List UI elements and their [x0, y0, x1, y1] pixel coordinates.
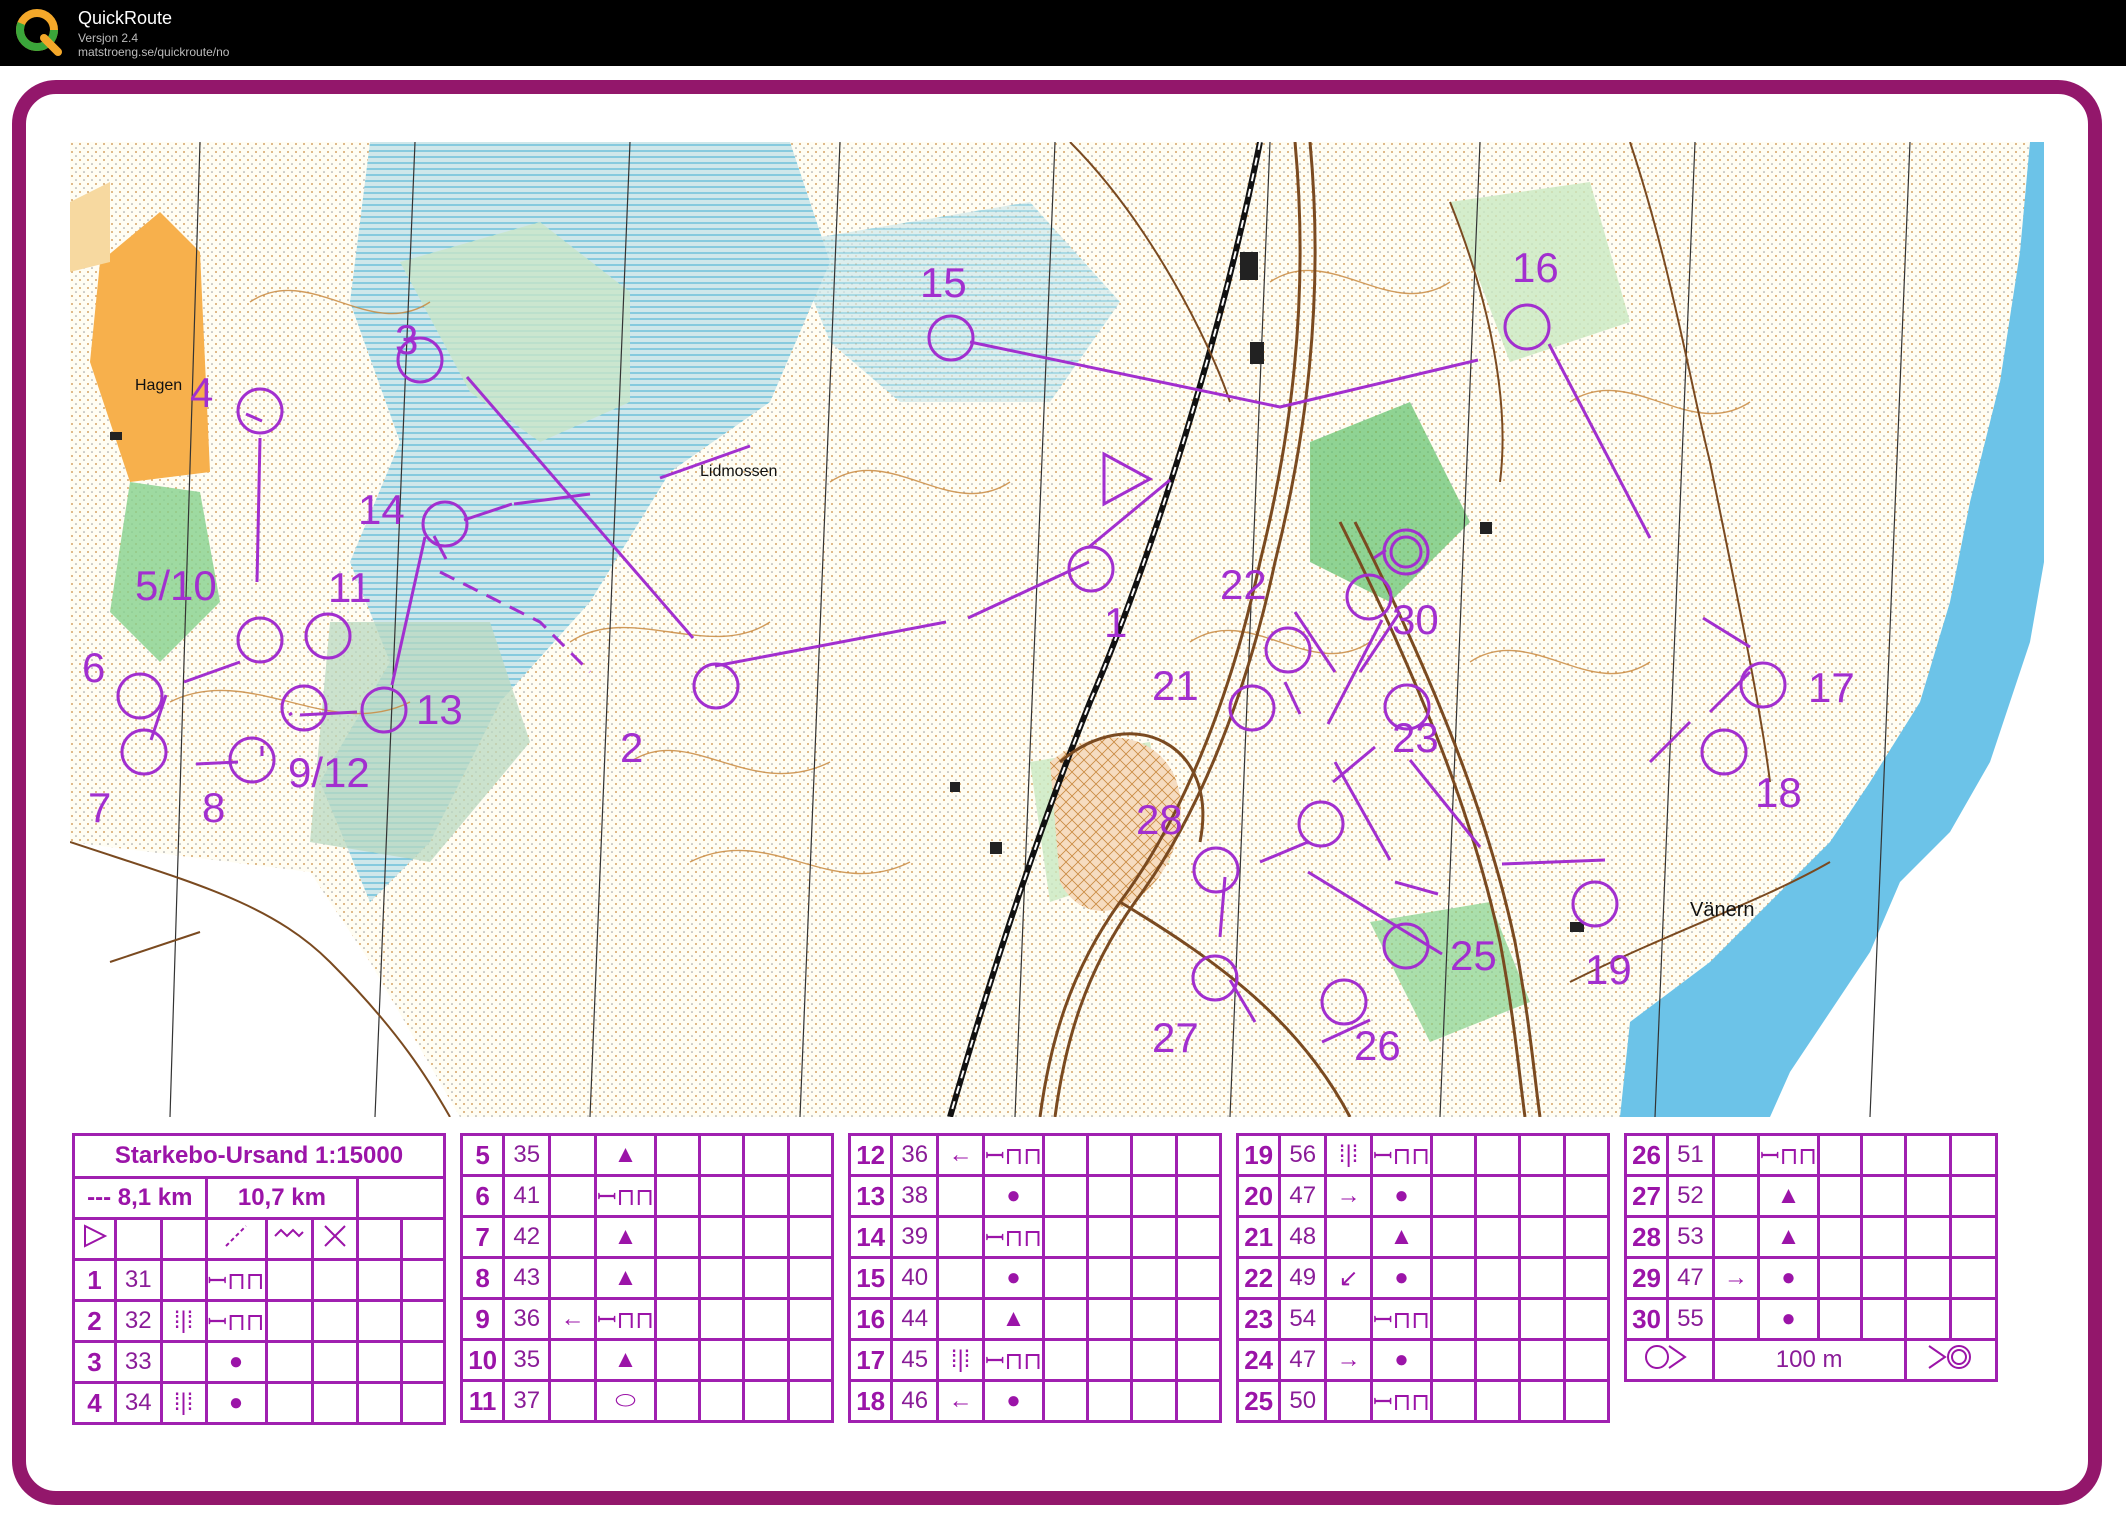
- crossing-x-icon: [310, 1217, 360, 1261]
- control-label-21: 21: [1152, 662, 1199, 709]
- app-url[interactable]: matstroeng.se/quickroute/no: [78, 45, 229, 59]
- distance-short: --- 8,1 km: [72, 1176, 208, 1220]
- place-hagen: Hagen: [135, 377, 182, 394]
- control-description-block-1: Starkebo-Ursand 1:15000 --- 8,1 km 10,7 …: [72, 1133, 447, 1425]
- control-label-15: 15: [920, 259, 967, 306]
- distance-long: 10,7 km: [204, 1176, 360, 1220]
- cd-finish-row: 100 m: [1624, 1338, 1999, 1382]
- place-lidmossen: Lidmossen: [700, 463, 777, 480]
- cd-row: 7 42 ▲: [459, 1215, 835, 1259]
- cd-row: 24 47 → ●: [1235, 1338, 1611, 1382]
- control-description-block-5: 26 51 ꟷ⊓⊓ 27 52 ▲ 28 53 ▲ 29 47 → ● 30 55 ● 100 m: [1623, 1133, 1999, 1382]
- wall-crossing-icon: [264, 1217, 314, 1261]
- control-label-22: 22: [1220, 561, 1267, 608]
- title-bar: QuickRoute Versjon 2.4 matstroeng.se/qui…: [0, 0, 2126, 66]
- control-label-8: 8: [202, 784, 225, 831]
- cd-row: 1 31 ꟷ⊓⊓: [72, 1258, 447, 1302]
- cd-row: 19 56 ⁞|⁞ ꟷ⊓⊓: [1235, 1133, 1611, 1177]
- control-label-2: 2: [620, 724, 643, 771]
- control-description-block-4: 19 56 ⁞|⁞ ꟷ⊓⊓ 20 47 → ● 21 48 ▲ 22 49 ↙ ● 23 54 ꟷ⊓⊓ 2…: [1235, 1133, 1611, 1423]
- cd-row: 25 50 ꟷ⊓⊓: [1235, 1379, 1611, 1423]
- control-label-27: 27: [1152, 1014, 1199, 1061]
- quickroute-logo-icon: [16, 9, 62, 56]
- start-symbol-icon: [72, 1217, 117, 1261]
- cd-row: 30 55 ●: [1623, 1297, 1998, 1341]
- control-label-5-10: 5/10: [135, 562, 217, 609]
- map-canvas: Hagen Lidmossen Vänern 1 2 3 4 5/10 6 7 …: [70, 142, 2044, 1117]
- cd-row: 3 33 ●: [72, 1340, 447, 1384]
- app-version: Versjon 2.4: [78, 31, 139, 45]
- control-label-28: 28: [1136, 796, 1183, 843]
- control-label-18: 18: [1755, 769, 1802, 816]
- app-title: QuickRoute: [78, 8, 173, 28]
- cd-row: 11 37 ⬭: [459, 1379, 835, 1423]
- control-label-6: 6: [82, 644, 105, 691]
- cd-row: 2 32 ⁞|⁞ ꟷ⊓⊓: [72, 1299, 447, 1343]
- cd-row: 4 34 ⁞|⁞ ●: [72, 1381, 447, 1425]
- orienteering-map[interactable]: Hagen Lidmossen Vänern 1 2 3 4 5/10 6 7 …: [70, 142, 2044, 1117]
- cd-row: 13 38 ●: [847, 1174, 1223, 1218]
- control-label-1: 1: [1104, 599, 1127, 646]
- cd-row: 6 41 ꟷ⊓⊓: [459, 1174, 835, 1218]
- cd-row: 17 45 ⁞|⁞ ꟷ⊓⊓: [847, 1338, 1223, 1382]
- cd-row: 27 52 ▲: [1623, 1174, 1998, 1218]
- cd-row: 26 51 ꟷ⊓⊓: [1623, 1133, 1998, 1177]
- cd-row: 20 47 → ●: [1235, 1174, 1611, 1218]
- cd-row: 29 47 → ●: [1623, 1256, 1998, 1300]
- cd-row: 23 54 ꟷ⊓⊓: [1235, 1297, 1611, 1341]
- cd-row: 9 36 ← ꟷ⊓⊓: [459, 1297, 835, 1341]
- finish-distance: 100 m: [1711, 1338, 1907, 1382]
- control-label-17: 17: [1808, 664, 1855, 711]
- control-label-9-12: 9/12: [288, 749, 370, 796]
- cd-row: 5 35 ▲: [459, 1133, 835, 1177]
- control-description-block-2: 5 35 ▲ 6 41 ꟷ⊓⊓ 7 42 ▲ 8 43 ▲ 9 36 ← ꟷ⊓⊓ 10 35 ▲ 11 37…: [459, 1133, 835, 1423]
- crossing-point-icon: [204, 1217, 268, 1261]
- cd-row: 15 40 ●: [847, 1256, 1223, 1300]
- control-label-3: 3: [395, 316, 418, 363]
- finish-funnel-start-icon: [1624, 1338, 1715, 1382]
- control-description-block-3: 12 36 ← ꟷ⊓⊓ 13 38 ● 14 39 ꟷ⊓⊓ 15 40 ● 16 44 ▲ 17 45 ⁞…: [847, 1133, 1223, 1423]
- control-label-19: 19: [1585, 946, 1632, 993]
- place-vanern: Vänern: [1690, 899, 1755, 921]
- course-title: Starkebo-Ursand 1:15000: [72, 1133, 446, 1179]
- control-label-23: 23: [1392, 714, 1439, 761]
- finish-funnel-end-icon: [1903, 1338, 1999, 1382]
- cd-row: 21 48 ▲: [1235, 1215, 1611, 1259]
- control-label-26: 26: [1354, 1022, 1401, 1069]
- cd-row: 22 49 ↙ ●: [1235, 1256, 1611, 1300]
- control-label-30: 30: [1392, 596, 1439, 643]
- cd-row: 8 43 ▲: [459, 1256, 835, 1300]
- cd-row: 14 39 ꟷ⊓⊓: [847, 1215, 1223, 1259]
- cd-row: 10 35 ▲: [459, 1338, 835, 1382]
- cd-row: 16 44 ▲: [847, 1297, 1223, 1341]
- control-label-14: 14: [358, 486, 405, 533]
- control-label-4: 4: [190, 369, 213, 416]
- control-label-13: 13: [416, 686, 463, 733]
- control-label-16: 16: [1512, 244, 1559, 291]
- control-label-11: 11: [328, 564, 372, 611]
- control-label-7: 7: [88, 784, 111, 831]
- control-label-25: 25: [1450, 932, 1497, 979]
- cd-row: 28 53 ▲: [1623, 1215, 1998, 1259]
- cd-row: 12 36 ← ꟷ⊓⊓: [847, 1133, 1223, 1177]
- cd-row: 18 46 ← ●: [847, 1379, 1223, 1423]
